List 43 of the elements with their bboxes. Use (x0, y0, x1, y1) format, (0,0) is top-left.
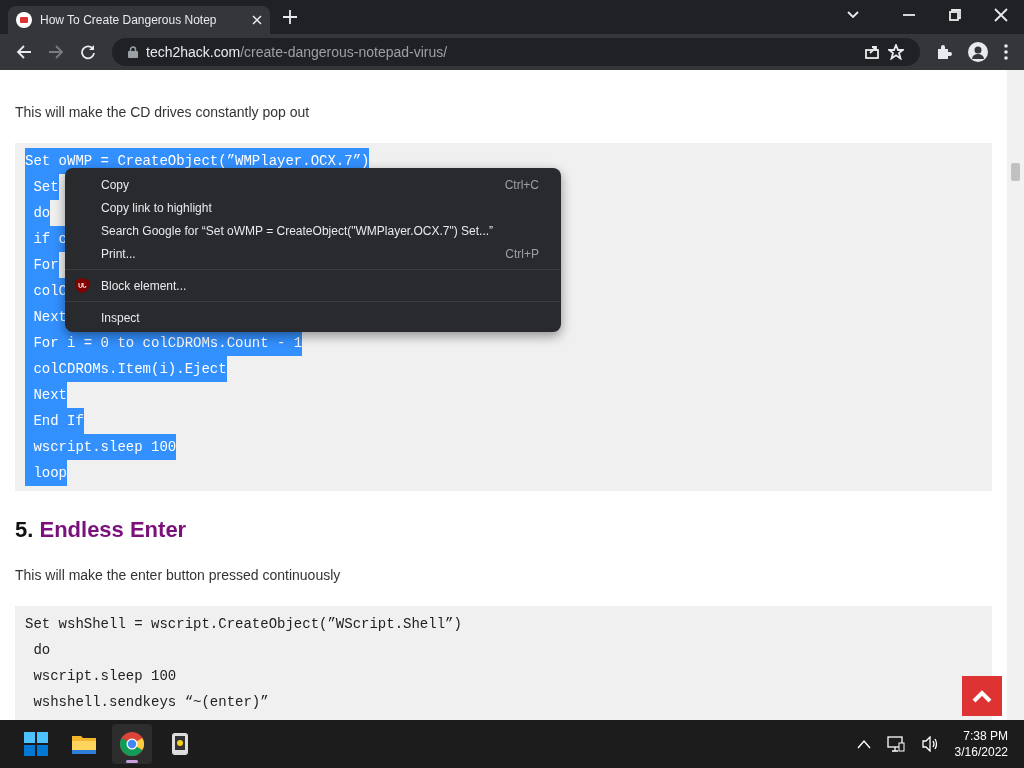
code-line: Set wshShell = wscript.CreateObject(”WScript.Shell”) (25, 615, 462, 635)
menu-icon[interactable] (1004, 44, 1008, 60)
url-text: tech2hack.com/create-dangerous-notepad-virus/ (146, 42, 449, 62)
volume-icon[interactable] (920, 736, 939, 752)
chevron-up-icon (972, 689, 992, 703)
profile-icon[interactable] (968, 42, 988, 62)
lock-icon (128, 46, 138, 58)
close-icon[interactable] (994, 8, 1008, 22)
close-icon[interactable] (252, 15, 262, 25)
site-favicon (16, 12, 32, 28)
network-icon[interactable] (886, 736, 905, 752)
code-line: wscript.sleep 100 (32, 667, 177, 687)
shield-icon (75, 278, 89, 293)
back-to-top-button[interactable] (962, 676, 1002, 716)
address-bar[interactable]: tech2hack.com/create-dangerous-notepad-virus/ (112, 38, 920, 66)
forward-icon[interactable] (48, 44, 64, 60)
taskbar-button[interactable] (112, 724, 152, 764)
back-icon[interactable] (16, 44, 32, 60)
code-line: do (32, 641, 51, 661)
menu-item[interactable]: Search Google for “Set oWMP = CreateObject("WMPlayer.OCX.7") Set...” (65, 219, 561, 242)
menu-item[interactable]: Inspect (65, 306, 561, 329)
menu-item[interactable]: Copy link to highlight (65, 196, 561, 219)
paragraph: This will make the CD drives constantly pop out (15, 103, 311, 122)
menu-item[interactable]: Copy Ctrl+C (65, 173, 561, 196)
menu-item[interactable]: Print... Ctrl+P (65, 242, 561, 265)
browser-icon (118, 730, 146, 758)
star-icon[interactable] (888, 44, 904, 60)
reload-icon[interactable] (80, 44, 96, 60)
windows-logo-icon (22, 730, 50, 758)
share-icon[interactable] (864, 44, 880, 60)
clock-date[interactable]: 3/16/2022 (954, 744, 1008, 760)
scrollbar[interactable] (1007, 70, 1024, 720)
chevron-up-icon[interactable] (856, 739, 871, 749)
restore-icon[interactable] (948, 8, 962, 22)
menu-item[interactable]: Block element... (65, 274, 561, 297)
paragraph: This will make the enter button pressed continuously (15, 566, 342, 586)
new-tab-icon[interactable] (283, 10, 297, 24)
tab-title: How To Create Dangerous Notep (40, 12, 218, 29)
clock-time[interactable]: 7:38 PM (954, 728, 1008, 744)
browser-tab[interactable]: How To Create Dangerous Notep (8, 6, 270, 34)
puzzle-icon[interactable] (936, 44, 952, 60)
section-heading: 5. Endless Enter (15, 517, 188, 544)
code-line: wshshell.sendkeys “~(enter)” (32, 693, 269, 713)
